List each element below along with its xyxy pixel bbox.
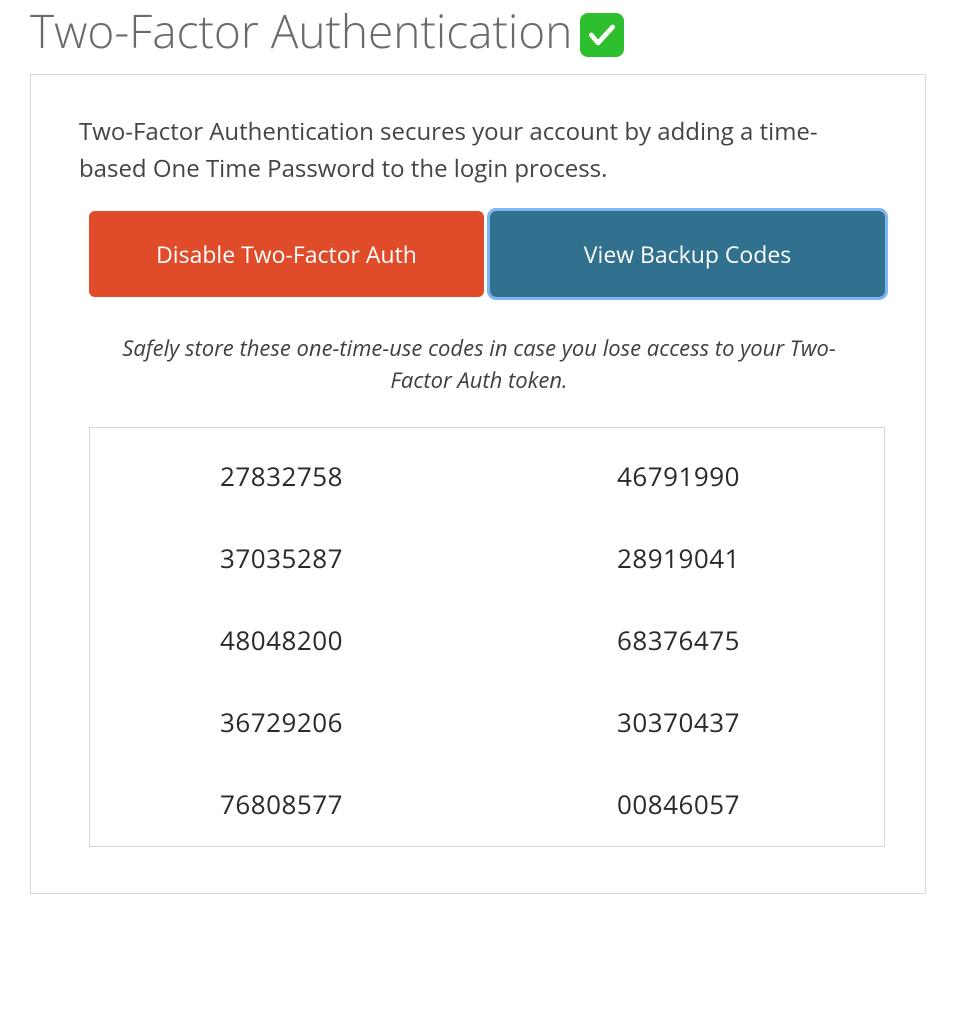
backup-code: 68376475 xyxy=(617,622,740,658)
description-text: Two-Factor Authentication secures your a… xyxy=(49,113,885,211)
backup-code: 27832758 xyxy=(220,458,343,494)
checkmark-icon xyxy=(580,13,624,57)
page-title-text: Two-Factor Authentication xyxy=(30,0,572,62)
two-factor-panel: Two-Factor Authentication secures your a… xyxy=(30,74,926,894)
backup-codes-column-1: 27832758 37035287 48048200 36729206 7680… xyxy=(90,458,487,822)
backup-codes-box: 27832758 37035287 48048200 36729206 7680… xyxy=(89,427,885,847)
backup-code: 28919041 xyxy=(617,540,740,576)
backup-code: 46791990 xyxy=(617,458,740,494)
view-backup-codes-button[interactable]: View Backup Codes xyxy=(490,211,885,297)
backup-code: 76808577 xyxy=(220,786,343,822)
backup-code: 37035287 xyxy=(220,540,343,576)
disable-two-factor-button[interactable]: Disable Two-Factor Auth xyxy=(89,211,484,297)
backup-codes-grid: 27832758 37035287 48048200 36729206 7680… xyxy=(90,458,884,822)
backup-code: 00846057 xyxy=(617,786,740,822)
backup-instruction-text: Safely store these one-time-use codes in… xyxy=(49,333,885,397)
backup-code: 36729206 xyxy=(220,704,343,740)
backup-code: 30370437 xyxy=(617,704,740,740)
backup-codes-column-2: 46791990 28919041 68376475 30370437 0084… xyxy=(487,458,884,822)
page-title: Two-Factor Authentication xyxy=(0,0,956,74)
button-row: Disable Two-Factor Auth View Backup Code… xyxy=(49,211,885,297)
backup-code: 48048200 xyxy=(220,622,343,658)
